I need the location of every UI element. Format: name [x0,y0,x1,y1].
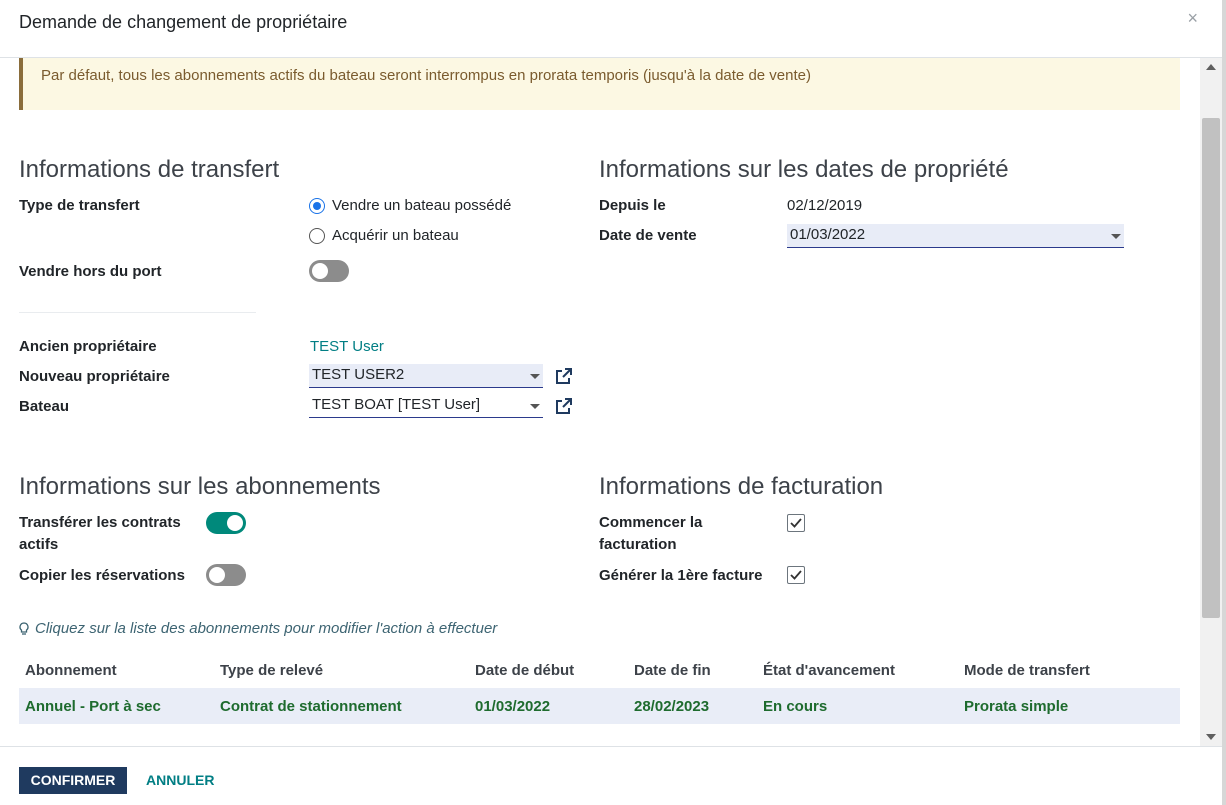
offport-label: Vendre hors du port [19,263,162,280]
section-title-billing: Informations de facturation [599,473,884,500]
first-invoice-label: Générer la 1ère facture [599,567,763,584]
start-billing-label-line1: Commencer la [599,514,703,531]
sale-date-value: 01/03/2022 [790,226,866,243]
section-title-subscriptions: Informations sur les abonnements [19,473,381,500]
table-row[interactable]: Annuel - Port à sec Contrat de stationne… [19,688,1180,724]
new-owner-select[interactable]: TEST USER2 [309,364,543,388]
check-icon [790,518,802,528]
section-title-transfer: Informations de transfert [19,156,280,183]
hint-text: Cliquez sur la liste des abonnements pou… [35,620,498,637]
info-alert: Par défaut, tous les abonnements actifs … [19,58,1180,110]
hint-line: Cliquez sur la liste des abonnements pou… [19,620,497,637]
boat-select[interactable]: TEST BOAT [TEST User] [309,394,543,418]
radio-sell-boat[interactable]: Vendre un bateau possédé [309,197,511,214]
table-header: Abonnement Type de relevé Date de début … [19,652,1180,688]
copy-reservations-toggle[interactable] [206,564,246,586]
boat-label: Bateau [19,398,70,415]
radio-sell-boat-label: Vendre un bateau possédé [332,197,512,214]
table-cell: 28/02/2023 [634,698,710,715]
column-header[interactable]: Abonnement [25,662,117,679]
scroll-thumb[interactable] [1202,118,1220,618]
divider [19,312,256,313]
start-billing-checkbox[interactable] [787,514,805,532]
radio-sell-boat-indicator[interactable] [309,197,325,214]
dialog-body: Par défaut, tous les abonnements actifs … [0,58,1200,746]
alert-text: Par défaut, tous les abonnements actifs … [41,67,811,84]
sale-date-label: Date de vente [599,227,697,244]
new-owner-label: Nouveau propriétaire [19,368,170,385]
old-owner-link[interactable]: TEST User [310,338,384,355]
table-cell: 01/03/2022 [475,698,551,715]
transfer-type-label: Type de transfert [19,197,140,214]
offport-toggle[interactable] [309,260,349,282]
background-strip [1222,0,1226,805]
transfer-contracts-label: Transférer les contrats actifs [19,514,181,559]
external-link-icon[interactable] [556,368,572,384]
column-header[interactable]: Mode de transfert [964,662,1090,679]
dialog-footer: CONFIRMER ANNULER [0,746,1222,805]
scroll-down-icon[interactable] [1206,734,1216,740]
column-header[interactable]: Date de début [475,662,574,679]
cancel-button[interactable]: ANNULER [146,772,214,788]
close-icon[interactable]: × [1187,8,1198,29]
check-icon [790,570,802,580]
first-invoice-checkbox[interactable] [787,566,805,584]
since-value: 02/12/2019 [787,197,863,214]
confirm-button[interactable]: CONFIRMER [19,767,127,794]
scroll-up-icon[interactable] [1206,64,1216,70]
external-link-icon[interactable] [556,398,572,414]
boat-value: TEST BOAT [TEST User] [312,396,481,413]
table-cell: Contrat de stationnement [220,698,402,715]
copy-reservations-label: Copier les réservations [19,567,185,584]
table-cell: En cours [763,698,828,715]
start-billing-label: Commencer la facturation [599,514,702,559]
chevron-down-icon [530,404,540,409]
old-owner-label: Ancien propriétaire [19,338,157,355]
chevron-down-icon [1111,234,1121,239]
sale-date-select[interactable]: 01/03/2022 [787,224,1124,248]
column-header[interactable]: Type de relevé [220,662,323,679]
lightbulb-icon [19,621,29,635]
scrollbar[interactable] [1200,58,1222,746]
column-header[interactable]: État d'avancement [763,662,895,679]
toggle-knob [312,263,328,279]
new-owner-value: TEST USER2 [312,366,405,383]
column-header[interactable]: Date de fin [634,662,711,679]
table-cell: Prorata simple [964,698,1069,715]
dialog-title: Demande de changement de propriétaire [19,12,348,32]
transfer-contracts-label-line2: actifs [19,536,59,553]
radio-acquire-boat-label: Acquérir un bateau [332,227,459,244]
section-title-dates: Informations sur les dates de propriété [599,156,1009,183]
radio-acquire-boat-indicator[interactable] [309,227,325,244]
since-label: Depuis le [599,197,666,214]
transfer-contracts-toggle[interactable] [206,512,246,534]
toggle-knob [209,567,225,583]
radio-acquire-boat[interactable]: Acquérir un bateau [309,227,459,244]
start-billing-label-line2: facturation [599,536,677,553]
table-cell: Annuel - Port à sec [25,698,161,715]
transfer-contracts-label-line1: Transférer les contrats [19,514,181,531]
toggle-knob [227,515,243,531]
chevron-down-icon [530,374,540,379]
dialog-header: Demande de changement de propriétaire × [0,0,1222,58]
